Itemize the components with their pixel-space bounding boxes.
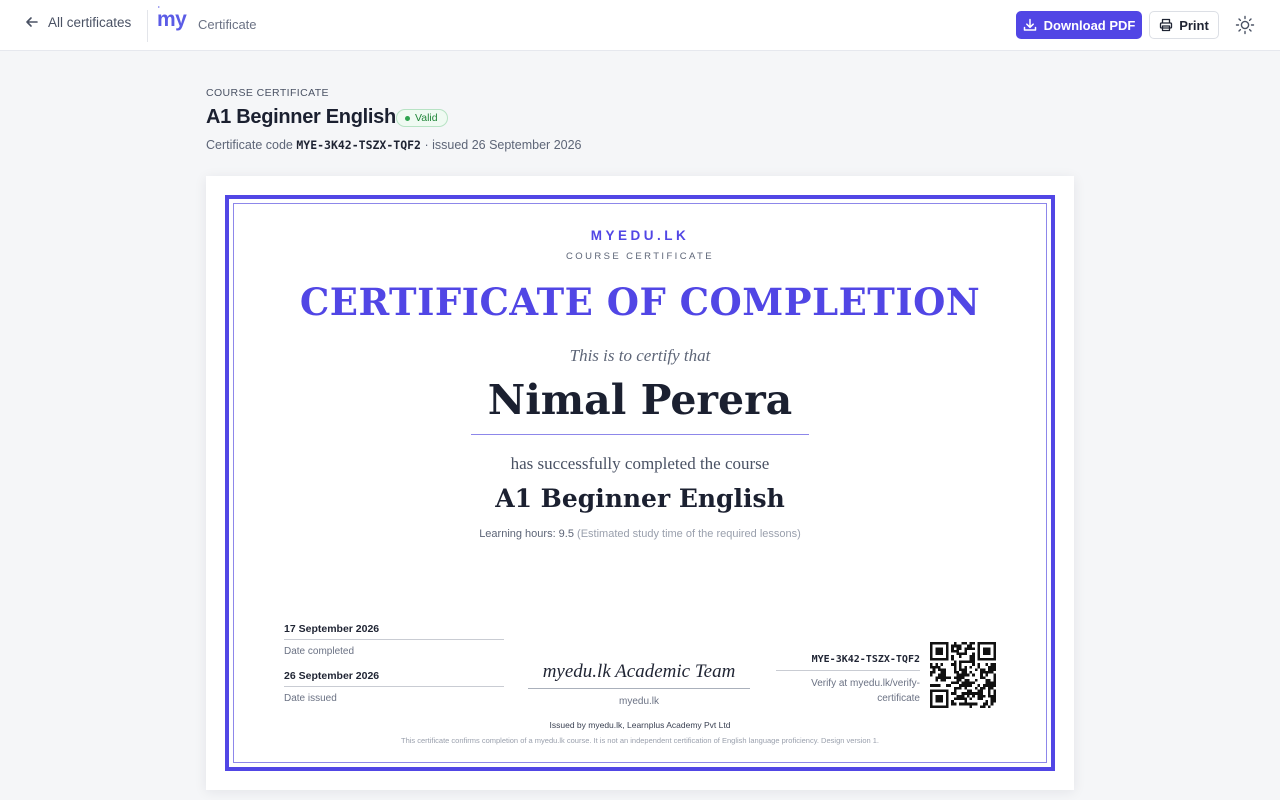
- date-issued-value: 26 September 2026: [284, 670, 504, 687]
- disclaimer: This certificate confirms completion of …: [400, 736, 880, 745]
- print-label: Print: [1179, 17, 1209, 33]
- signature-org: myedu.lk: [618, 696, 659, 707]
- sun-icon[interactable]: [1234, 14, 1256, 36]
- issued-text: · issued 26 September 2026: [424, 138, 582, 152]
- logo-text: my: [157, 8, 187, 31]
- date-completed-label: Date completed: [284, 646, 355, 657]
- page-title: A1 Beginner English: [206, 106, 396, 128]
- back-to-certificates-link[interactable]: All certificates: [24, 14, 131, 30]
- certificate-sheet: MYEDU.LK COURSE CERTIFICATE CERTIFICATE …: [206, 176, 1074, 790]
- issuer-line: Issued by myedu.lk, Learnplus Academy Pv…: [549, 720, 731, 730]
- top-bar: All certificates ˈ my Certificate Downlo…: [0, 0, 1280, 51]
- download-pdf-button[interactable]: Download PDF: [1016, 11, 1142, 39]
- date-issued-field: 26 September 2026 Date issued: [284, 670, 504, 704]
- logo[interactable]: ˈ my: [157, 5, 187, 32]
- certificate-code: MYE-3K42-TSZX-TQF2: [296, 138, 421, 152]
- print-button[interactable]: Print: [1149, 11, 1219, 39]
- status-dot-icon: [405, 115, 410, 121]
- signature-name: myedu.lk Academic Team: [528, 661, 750, 689]
- certificate-meta: Certificate code MYE-3K42-TSZX-TQF2 · is…: [206, 138, 582, 152]
- verify-text: Verify at myedu.lk/verify-certificate: [811, 678, 920, 704]
- hours-note: (Estimated study time of the required le…: [577, 528, 801, 540]
- certificate-brand: MYEDU.LK: [590, 228, 690, 243]
- certificate-brand-sub: COURSE CERTIFICATE: [566, 251, 714, 262]
- date-issued-label: Date issued: [284, 693, 337, 704]
- recipient-name: Nimal Perera: [487, 376, 793, 424]
- code-label: Certificate code: [206, 138, 293, 152]
- certificate-headline: CERTIFICATE OF COMPLETION: [299, 280, 981, 324]
- certify-line: This is to certify that: [569, 346, 711, 365]
- verify-code: MYE-3K42-TSZX-TQF2: [776, 654, 920, 671]
- learning-hours: Learning hours: 9.5 (Estimated study tim…: [206, 528, 1074, 540]
- download-pdf-label: Download PDF: [1043, 17, 1136, 33]
- page-kicker: COURSE CERTIFICATE: [206, 87, 329, 99]
- arrow-left-icon: [26, 17, 38, 27]
- recipient-underline: [471, 434, 809, 435]
- course-name: A1 Beginner English: [495, 484, 785, 513]
- date-completed-value: 17 September 2026: [284, 623, 504, 640]
- completed-line: has successfully completed the course: [510, 454, 770, 473]
- header-divider: [147, 10, 148, 42]
- status-badge: Valid: [396, 109, 448, 127]
- back-label: All certificates: [48, 14, 132, 30]
- logo-mark-icon: ˈ: [157, 5, 161, 17]
- signature-block: myedu.lk Academic Team myedu.lk: [528, 661, 750, 707]
- printer-icon: [1160, 18, 1173, 32]
- qr-modules: [930, 642, 996, 708]
- status-label: Valid: [415, 112, 438, 124]
- qr-code-icon: [930, 642, 996, 708]
- breadcrumb: Certificate: [198, 17, 257, 32]
- verification-block: MYE-3K42-TSZX-TQF2 Verify at myedu.lk/ve…: [776, 654, 920, 706]
- date-completed-field: 17 September 2026 Date completed: [284, 623, 504, 657]
- download-icon: [1023, 18, 1036, 31]
- hours-label: Learning hours: 9.5: [479, 528, 574, 540]
